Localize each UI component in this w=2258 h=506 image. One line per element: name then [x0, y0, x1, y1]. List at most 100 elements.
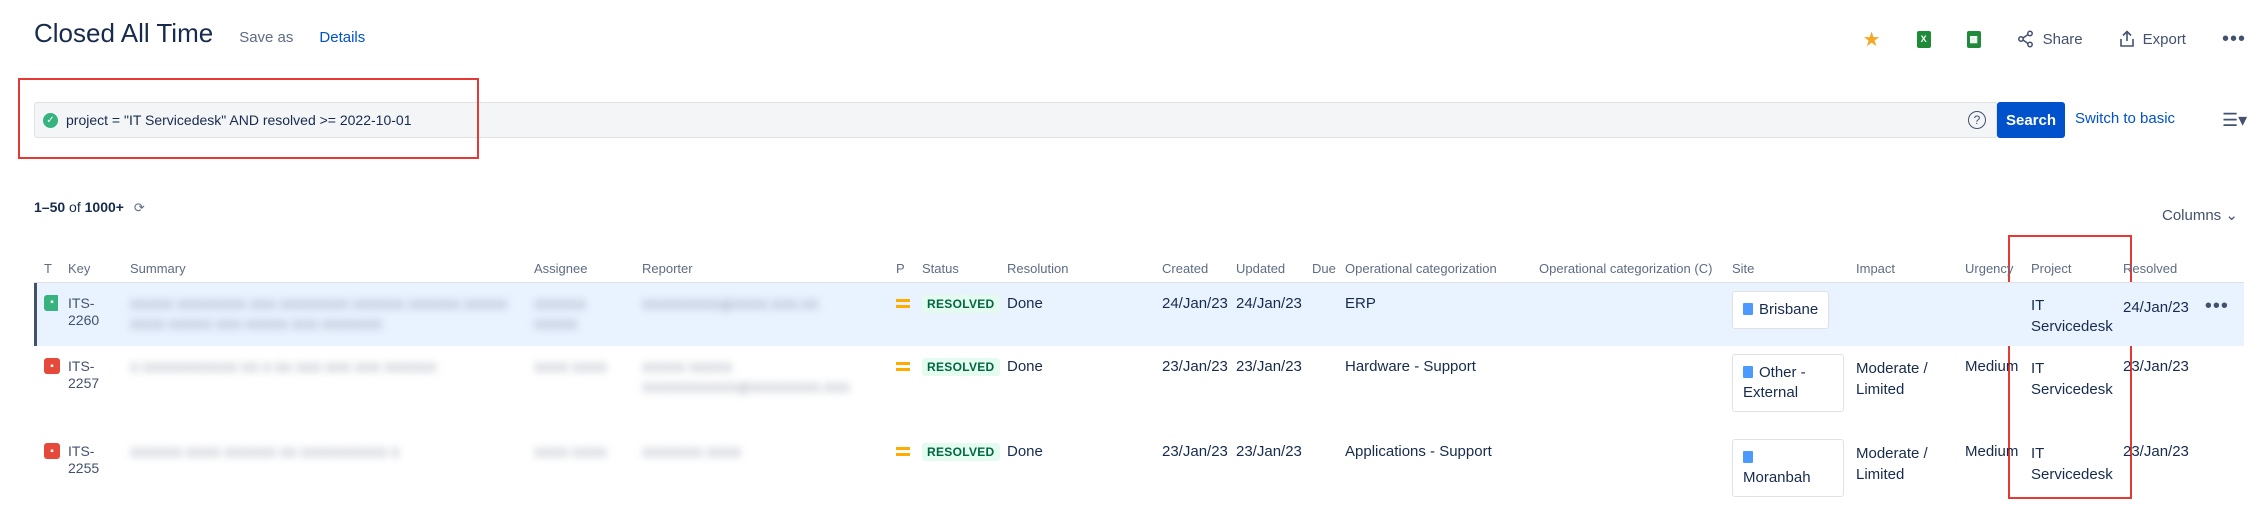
resolved-date: 24/Jan/23: [2123, 298, 2189, 316]
col-header-assignee[interactable]: Assignee: [524, 256, 632, 283]
col-header-resolved[interactable]: Resolved: [2113, 256, 2244, 283]
more-actions-icon[interactable]: •••: [2222, 28, 2246, 51]
favorite-star-button[interactable]: ★: [1863, 27, 1881, 52]
site-card[interactable]: Brisbane: [1732, 290, 1830, 329]
summary-cell[interactable]: XXXXX XXXXXXXX XXX XXXXXXXX XXXXXX XXXXX…: [120, 282, 524, 346]
impact-value: Moderate / Limited: [1856, 360, 1928, 398]
col-header-priority[interactable]: P: [886, 256, 912, 283]
status-cell[interactable]: RESOLVED: [912, 346, 1000, 431]
col-header-status[interactable]: Status: [912, 256, 997, 283]
due-cell: [1302, 282, 1335, 346]
document-icon: [1743, 366, 1753, 378]
urgency-cell: [1955, 282, 2021, 346]
operational-categorization-c-cell: [1529, 346, 1722, 431]
reporter-name: XXXXXXX XXXX: [642, 445, 741, 460]
share-button[interactable]: Share: [2017, 30, 2083, 48]
site-name: Moranbah: [1743, 469, 1811, 486]
reporter-name: XXXXX XXXXX XXXXXXXXXXX@XXXXXXXX.XXX: [642, 360, 850, 395]
refresh-icon[interactable]: ⟳: [134, 200, 145, 215]
col-header-site[interactable]: Site: [1722, 256, 1846, 283]
reporter-cell: XXXXXXXXX@XXXX.XXX.XX: [632, 282, 886, 346]
project-cell: IT Servicedesk: [2021, 282, 2113, 346]
col-header-key[interactable]: Key: [58, 256, 120, 283]
col-header-updated[interactable]: Updated: [1226, 256, 1302, 283]
col-header-type[interactable]: T: [34, 256, 58, 283]
col-header-resolution[interactable]: Resolution: [997, 256, 1152, 283]
status-cell[interactable]: RESOLVED: [912, 431, 1000, 506]
columns-button[interactable]: Columns ⌄: [2162, 206, 2238, 224]
priority-medium-icon: [896, 447, 910, 456]
urgency-cell: Medium: [1965, 443, 2019, 460]
assignee-name: XXXX XXXX: [534, 360, 607, 375]
operational-categorization-cell: ERP: [1335, 282, 1529, 346]
issue-key-link[interactable]: ITS-2257: [68, 358, 99, 391]
col-header-created[interactable]: Created: [1152, 256, 1226, 283]
table-row[interactable]: ▪ ITS-2257 X XXXXXXXXXXX XX X XX XXX XXX…: [34, 346, 2244, 431]
status-cell[interactable]: RESOLVED: [912, 282, 1000, 346]
updated-cell: 24/Jan/23: [1226, 282, 1302, 346]
created-cell: 24/Jan/23: [1152, 282, 1228, 346]
reporter-cell: XXXXXXX XXXX: [632, 431, 886, 506]
row-actions-icon[interactable]: •••: [2205, 295, 2229, 317]
col-header-urgency[interactable]: Urgency: [1955, 256, 2021, 283]
priority-medium-icon: [896, 362, 910, 371]
help-icon[interactable]: ?: [1968, 111, 1986, 129]
col-header-operational-categorization[interactable]: Operational categorization: [1335, 256, 1529, 283]
site-name: Brisbane: [1759, 300, 1819, 318]
summary-cell[interactable]: X XXXXXXXXXXX XX X XX XXX XXX XXX XXXXXX: [120, 346, 524, 431]
issue-summary[interactable]: XXXXX XXXXXXXX XXX XXXXXXXX XXXXXX XXXXX…: [130, 297, 507, 332]
export-excel-button[interactable]: X: [1916, 30, 1931, 48]
project-name: IT Servicedesk: [2031, 296, 2113, 335]
priority-cell: [886, 346, 912, 431]
col-header-project[interactable]: Project: [2021, 256, 2113, 283]
results-total: 1000+: [84, 199, 124, 215]
site-cell: Brisbane: [1722, 282, 1846, 346]
table-row[interactable]: ▪ ITS-2260 XXXXX XXXXXXXX XXX XXXXXXXX X…: [34, 282, 2244, 346]
operational-categorization-c-cell: [1529, 431, 1722, 506]
created-cell: 23/Jan/23: [1162, 443, 1228, 460]
results-count: 1–50 of 1000+ ⟳: [34, 199, 145, 216]
site-cell: Moranbah: [1722, 431, 1846, 506]
col-header-due[interactable]: Due: [1302, 256, 1336, 283]
key-cell[interactable]: ITS-2260: [58, 282, 120, 346]
status-badge[interactable]: RESOLVED: [922, 443, 1000, 461]
operational-categorization-c-cell: [1529, 282, 1722, 346]
col-header-operational-categorization-c[interactable]: Operational categorization (C): [1529, 256, 1722, 283]
search-button[interactable]: Search: [1997, 102, 2065, 138]
operational-categorization-cell: Applications - Support: [1345, 443, 1492, 460]
project-cell: IT Servicedesk: [2021, 346, 2113, 431]
resolved-cell: 24/Jan/23 •••: [2113, 282, 2244, 346]
resolved-cell: 23/Jan/23: [2123, 443, 2189, 460]
col-header-summary[interactable]: Summary: [120, 256, 524, 283]
key-cell[interactable]: ITS-2255: [58, 431, 120, 506]
page-header: Closed All Time Save as Details: [34, 18, 365, 49]
details-link[interactable]: Details: [319, 29, 365, 46]
document-icon: [1743, 302, 1753, 315]
view-options-menu-icon[interactable]: ☰▾: [2222, 110, 2247, 131]
site-card[interactable]: Other - External: [1732, 354, 1844, 412]
col-header-impact[interactable]: Impact: [1846, 256, 1955, 283]
share-icon: [2017, 30, 2033, 48]
status-badge[interactable]: RESOLVED: [922, 358, 1000, 376]
updated-cell: 23/Jan/23: [1236, 443, 1302, 460]
urgency-cell: Medium: [1965, 358, 2019, 375]
switch-to-basic-link[interactable]: Switch to basic: [2075, 110, 2175, 127]
issue-summary[interactable]: XXXXXX XXXX XXXXXX XX XXXXXXXXXX X: [130, 445, 400, 460]
export-sheets-button[interactable]: ▦: [1966, 30, 1981, 48]
issue-key-link[interactable]: ITS-2260: [68, 295, 99, 328]
resolution-cell: Done: [1007, 358, 1043, 375]
status-badge[interactable]: RESOLVED: [922, 294, 1000, 313]
issue-summary[interactable]: X XXXXXXXXXXX XX X XX XXX XXX XXX XXXXXX: [130, 360, 436, 375]
table-row[interactable]: ▪ ITS-2255 XXXXXX XXXX XXXXXX XX XXXXXXX…: [34, 431, 2244, 506]
site-card[interactable]: Moranbah: [1732, 439, 1844, 497]
issue-key-link[interactable]: ITS-2255: [68, 443, 99, 476]
due-cell: [1302, 431, 1335, 506]
results-range: 1–50: [34, 199, 66, 215]
save-as-button[interactable]: Save as: [239, 29, 293, 46]
resolution-cell: Done: [1007, 443, 1043, 460]
type-cell: ▪: [34, 431, 60, 506]
summary-cell[interactable]: XXXXXX XXXX XXXXXX XX XXXXXXXXXX X: [120, 431, 524, 506]
key-cell[interactable]: ITS-2257: [58, 346, 120, 431]
col-header-reporter[interactable]: Reporter: [632, 256, 886, 283]
export-button[interactable]: Export: [2119, 30, 2186, 48]
